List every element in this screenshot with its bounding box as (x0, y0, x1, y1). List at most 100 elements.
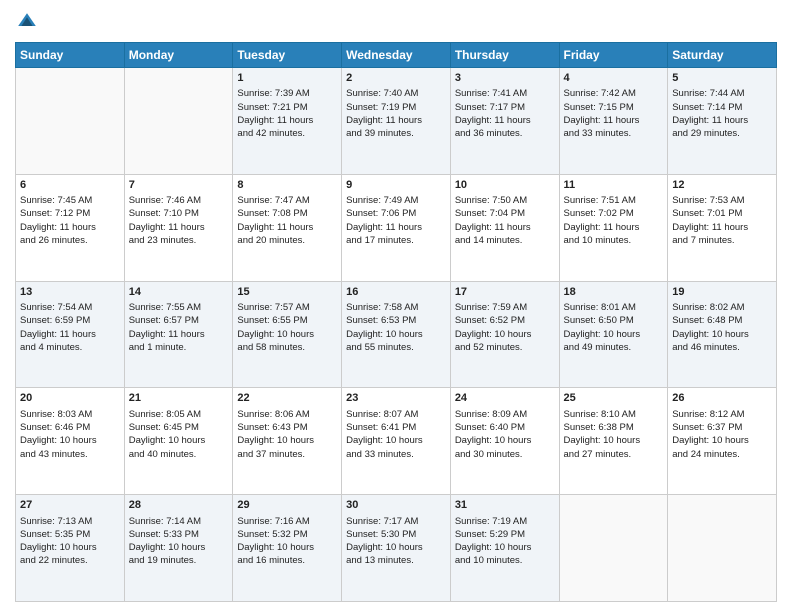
day-info-line: Daylight: 10 hours (20, 434, 120, 447)
day-info-line: Daylight: 10 hours (455, 434, 555, 447)
calendar-cell: 7Sunrise: 7:46 AMSunset: 7:10 PMDaylight… (124, 174, 233, 281)
day-info-line: Sunrise: 8:06 AM (237, 408, 337, 421)
calendar-cell (668, 495, 777, 602)
day-info-line: and 52 minutes. (455, 341, 555, 354)
day-info-line: Daylight: 10 hours (237, 541, 337, 554)
day-number: 2 (346, 71, 446, 86)
day-of-week-header: Monday (124, 43, 233, 68)
day-info-line: and 23 minutes. (129, 234, 229, 247)
day-info-line: Sunset: 6:52 PM (455, 314, 555, 327)
calendar-cell: 31Sunrise: 7:19 AMSunset: 5:29 PMDayligh… (450, 495, 559, 602)
day-info-line: Sunrise: 7:53 AM (672, 194, 772, 207)
calendar-cell (16, 68, 125, 175)
day-info-line: Daylight: 10 hours (346, 434, 446, 447)
day-info-line: Sunrise: 7:44 AM (672, 87, 772, 100)
day-info-line: and 1 minute. (129, 341, 229, 354)
calendar-cell: 21Sunrise: 8:05 AMSunset: 6:45 PMDayligh… (124, 388, 233, 495)
day-number: 5 (672, 71, 772, 86)
day-info-line: Sunset: 7:15 PM (564, 101, 664, 114)
calendar-cell: 6Sunrise: 7:45 AMSunset: 7:12 PMDaylight… (16, 174, 125, 281)
day-info-line: Sunset: 7:21 PM (237, 101, 337, 114)
day-info-line: and 17 minutes. (346, 234, 446, 247)
day-info-line: and 13 minutes. (346, 554, 446, 567)
calendar-cell: 3Sunrise: 7:41 AMSunset: 7:17 PMDaylight… (450, 68, 559, 175)
day-number: 15 (237, 285, 337, 300)
day-info-line: Sunset: 7:19 PM (346, 101, 446, 114)
day-info-line: Sunset: 6:37 PM (672, 421, 772, 434)
day-number: 24 (455, 391, 555, 406)
day-info-line: Sunset: 7:10 PM (129, 207, 229, 220)
calendar-cell: 10Sunrise: 7:50 AMSunset: 7:04 PMDayligh… (450, 174, 559, 281)
calendar-cell: 25Sunrise: 8:10 AMSunset: 6:38 PMDayligh… (559, 388, 668, 495)
day-number: 17 (455, 285, 555, 300)
day-number: 8 (237, 178, 337, 193)
day-info-line: and 33 minutes. (346, 448, 446, 461)
day-info-line: and 14 minutes. (455, 234, 555, 247)
day-number: 29 (237, 498, 337, 513)
calendar-cell (559, 495, 668, 602)
calendar-cell: 14Sunrise: 7:55 AMSunset: 6:57 PMDayligh… (124, 281, 233, 388)
day-info-line: Sunset: 6:57 PM (129, 314, 229, 327)
day-info-line: Daylight: 10 hours (20, 541, 120, 554)
day-number: 19 (672, 285, 772, 300)
day-info-line: Daylight: 11 hours (564, 221, 664, 234)
calendar-week-row: 13Sunrise: 7:54 AMSunset: 6:59 PMDayligh… (16, 281, 777, 388)
day-info-line: Daylight: 10 hours (346, 541, 446, 554)
calendar-cell: 28Sunrise: 7:14 AMSunset: 5:33 PMDayligh… (124, 495, 233, 602)
day-info-line: Sunset: 6:45 PM (129, 421, 229, 434)
calendar-cell: 30Sunrise: 7:17 AMSunset: 5:30 PMDayligh… (342, 495, 451, 602)
day-number: 25 (564, 391, 664, 406)
calendar-cell: 12Sunrise: 7:53 AMSunset: 7:01 PMDayligh… (668, 174, 777, 281)
calendar-cell: 18Sunrise: 8:01 AMSunset: 6:50 PMDayligh… (559, 281, 668, 388)
day-info-line: Daylight: 11 hours (672, 221, 772, 234)
day-number: 21 (129, 391, 229, 406)
day-info-line: Sunrise: 8:09 AM (455, 408, 555, 421)
day-info-line: and 22 minutes. (20, 554, 120, 567)
day-info-line: Sunrise: 7:40 AM (346, 87, 446, 100)
day-info-line: and 55 minutes. (346, 341, 446, 354)
day-info-line: Sunset: 6:55 PM (237, 314, 337, 327)
day-info-line: Sunrise: 7:51 AM (564, 194, 664, 207)
day-of-week-header: Saturday (668, 43, 777, 68)
calendar-cell: 22Sunrise: 8:06 AMSunset: 6:43 PMDayligh… (233, 388, 342, 495)
day-info-line: Daylight: 11 hours (237, 221, 337, 234)
day-info-line: Sunrise: 7:57 AM (237, 301, 337, 314)
day-number: 31 (455, 498, 555, 513)
day-info-line: and 37 minutes. (237, 448, 337, 461)
day-info-line: Sunset: 5:35 PM (20, 528, 120, 541)
day-info-line: and 7 minutes. (672, 234, 772, 247)
day-of-week-header: Thursday (450, 43, 559, 68)
day-info-line: Sunrise: 7:17 AM (346, 515, 446, 528)
day-of-week-header: Wednesday (342, 43, 451, 68)
day-info-line: Sunset: 5:29 PM (455, 528, 555, 541)
day-info-line: Daylight: 10 hours (455, 328, 555, 341)
calendar-cell: 15Sunrise: 7:57 AMSunset: 6:55 PMDayligh… (233, 281, 342, 388)
day-info-line: Daylight: 11 hours (237, 114, 337, 127)
calendar-table: SundayMondayTuesdayWednesdayThursdayFrid… (15, 42, 777, 602)
day-header-row: SundayMondayTuesdayWednesdayThursdayFrid… (16, 43, 777, 68)
day-info-line: Daylight: 10 hours (455, 541, 555, 554)
day-info-line: Sunrise: 7:13 AM (20, 515, 120, 528)
calendar-cell: 17Sunrise: 7:59 AMSunset: 6:52 PMDayligh… (450, 281, 559, 388)
day-info-line: Sunrise: 7:47 AM (237, 194, 337, 207)
calendar-cell: 27Sunrise: 7:13 AMSunset: 5:35 PMDayligh… (16, 495, 125, 602)
day-info-line: Daylight: 11 hours (346, 221, 446, 234)
day-info-line: Sunset: 6:38 PM (564, 421, 664, 434)
day-number: 11 (564, 178, 664, 193)
calendar-cell: 23Sunrise: 8:07 AMSunset: 6:41 PMDayligh… (342, 388, 451, 495)
day-info-line: Sunset: 5:33 PM (129, 528, 229, 541)
day-info-line: Sunset: 6:40 PM (455, 421, 555, 434)
day-info-line: and 36 minutes. (455, 127, 555, 140)
day-info-line: Sunset: 7:01 PM (672, 207, 772, 220)
day-number: 6 (20, 178, 120, 193)
day-info-line: Daylight: 11 hours (455, 114, 555, 127)
day-number: 20 (20, 391, 120, 406)
day-info-line: and 10 minutes. (564, 234, 664, 247)
day-of-week-header: Friday (559, 43, 668, 68)
day-info-line: Sunrise: 8:12 AM (672, 408, 772, 421)
day-info-line: Daylight: 11 hours (672, 114, 772, 127)
calendar-week-row: 1Sunrise: 7:39 AMSunset: 7:21 PMDaylight… (16, 68, 777, 175)
day-info-line: Sunrise: 7:16 AM (237, 515, 337, 528)
day-info-line: Sunrise: 8:05 AM (129, 408, 229, 421)
day-info-line: Daylight: 10 hours (129, 541, 229, 554)
